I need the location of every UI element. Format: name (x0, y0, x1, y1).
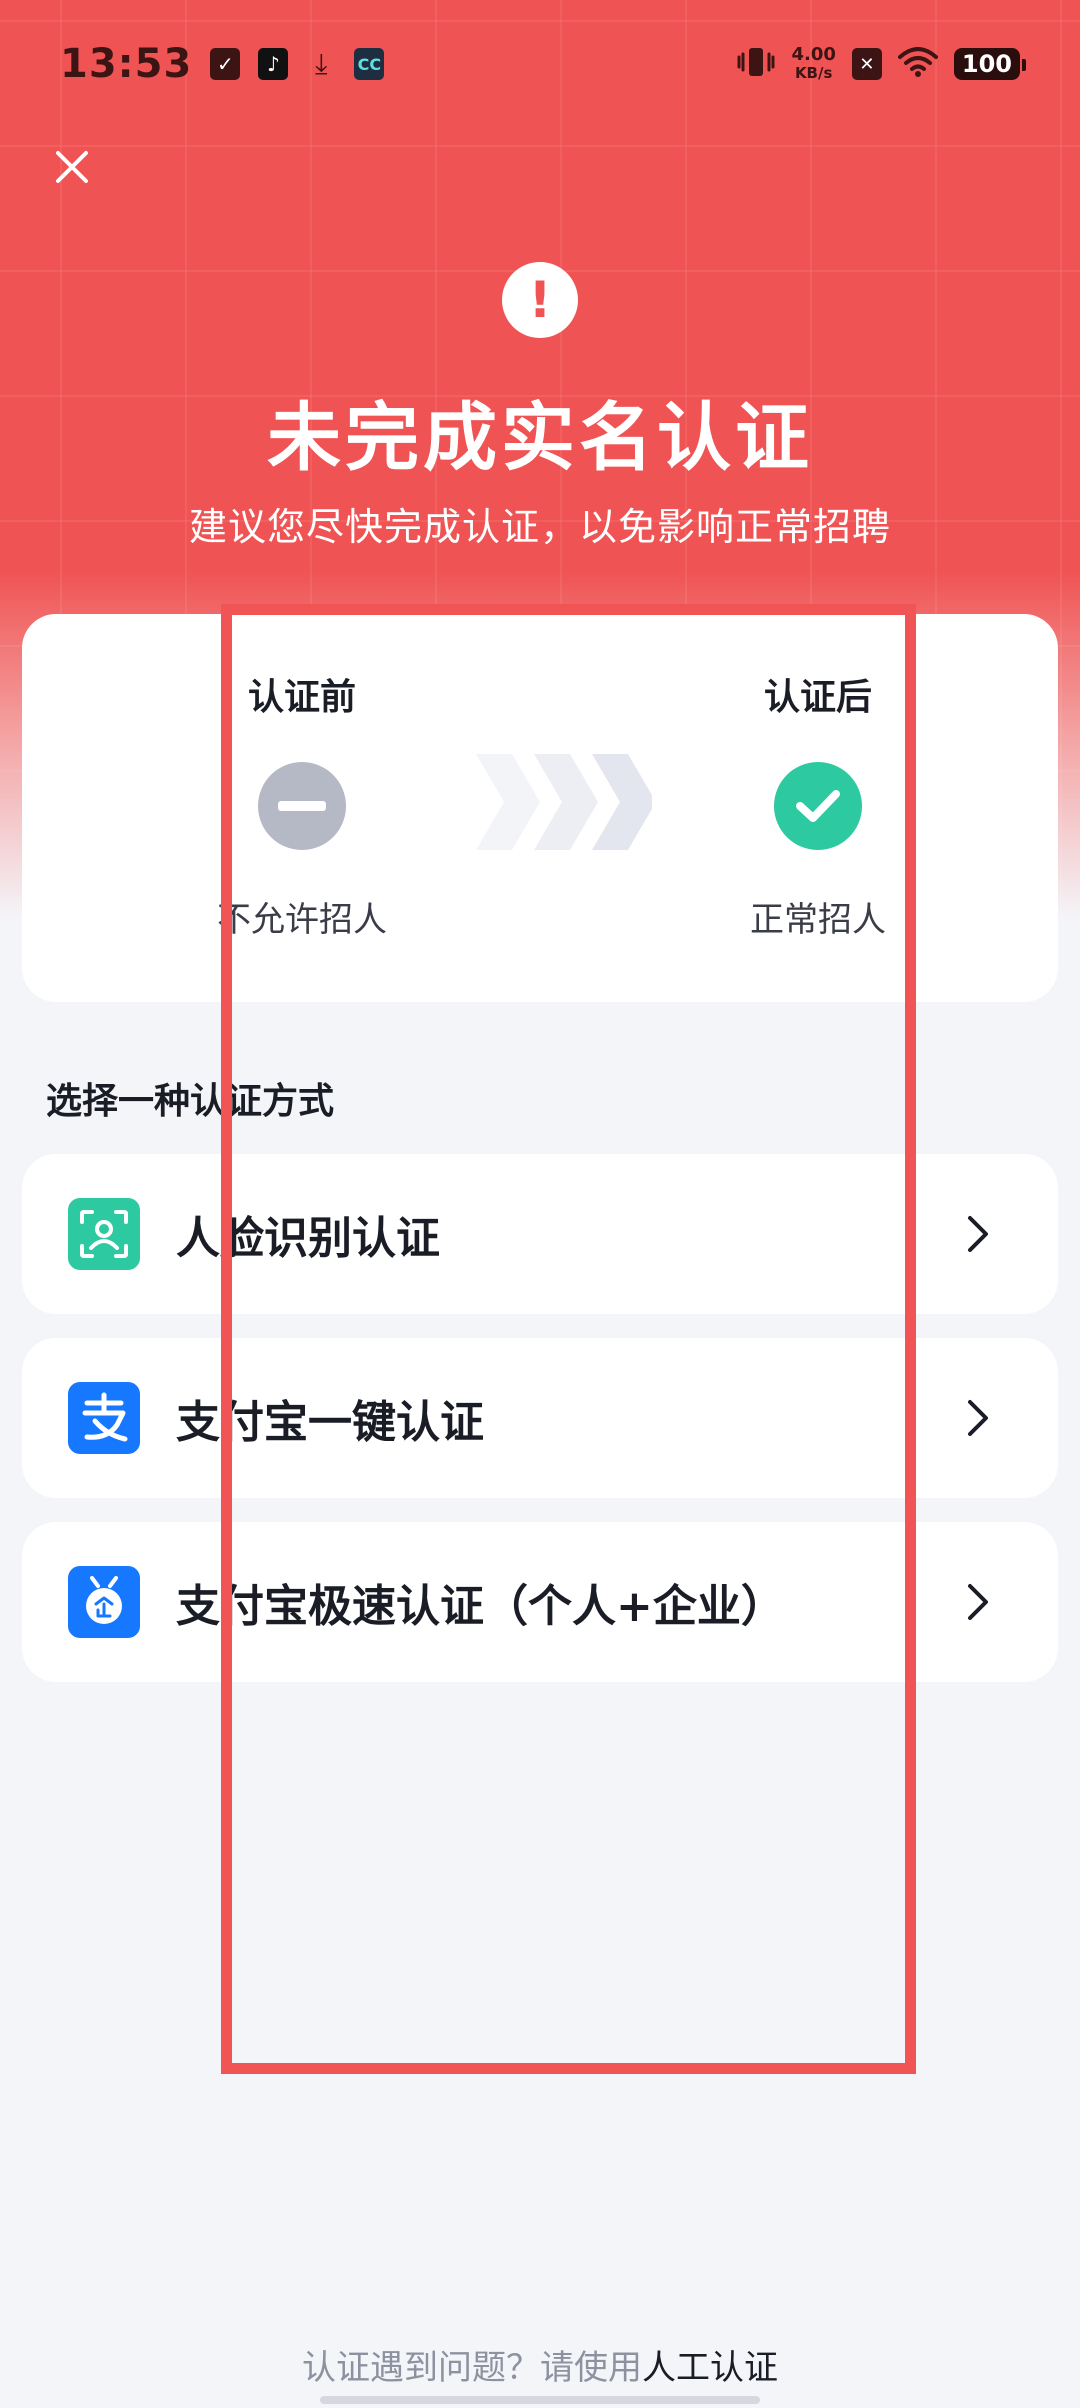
manual-verification-link[interactable]: 人工认证 (642, 2348, 778, 2388)
net-speed: 4.00 KB/s (791, 44, 836, 83)
notification-badge-icon: ✓ (210, 48, 241, 80)
close-button[interactable] (50, 145, 94, 189)
home-indicator[interactable] (320, 2396, 760, 2404)
wifi-icon (897, 47, 938, 81)
no-sim-icon: ✕ (851, 48, 882, 80)
download-icon: ⤓ (315, 47, 328, 80)
alert-icon: ! (502, 262, 578, 338)
option-alipay-verification[interactable]: 支付宝一键认证 (22, 1338, 1058, 1498)
compare-card: 认证前 不允许招人 认证后 正常招人 (22, 614, 1058, 1002)
before-label: 不允许招人 (217, 900, 387, 940)
page-subtitle: 建议您尽快完成认证，以免影响正常招聘 (188, 505, 891, 549)
after-column: 认证后 正常招人 (668, 614, 968, 941)
chevrons-arrow-icon (472, 752, 656, 852)
status-right: 4.00 KB/s ✕ 100 (737, 44, 1027, 83)
footer-prefix: 认证遇到问题？请使用 (302, 2348, 642, 2388)
battery-icon: 100 (953, 48, 1027, 80)
before-title: 认证前 (247, 677, 356, 718)
status-bar: 13:53 ✓ ♪ ⤓ CC 4.00 KB/s ✕ 100 (0, 0, 1080, 128)
face-scan-icon (68, 1198, 140, 1270)
status-left: 13:53 ✓ ♪ ⤓ CC (60, 41, 385, 87)
option-face-verification[interactable]: 人脸识别认证 (22, 1154, 1058, 1314)
alipay-icon (68, 1382, 140, 1454)
option-label: 支付宝一键认证 (176, 1397, 484, 1448)
chevron-right-icon (968, 1584, 988, 1620)
tiktok-icon: ♪ (258, 48, 289, 80)
page-title: 未完成实名认证 (267, 395, 813, 481)
section-title: 选择一种认证方式 (46, 1081, 335, 1122)
option-alipay-fast-verification[interactable]: 支付宝极速认证（个人+企业） (22, 1522, 1058, 1682)
after-title: 认证后 (763, 677, 872, 718)
status-time: 13:53 (60, 41, 193, 87)
option-label: 人脸识别认证 (176, 1213, 440, 1264)
alipay-enterprise-icon (68, 1566, 140, 1638)
vibrate-icon (737, 45, 775, 83)
option-label: 支付宝极速认证（个人+企业） (176, 1581, 785, 1632)
chevron-right-icon (968, 1216, 988, 1252)
minus-circle-icon (258, 762, 346, 850)
check-circle-icon (774, 762, 862, 850)
footer-help: 认证遇到问题？请使用人工认证 (0, 2340, 1080, 2389)
after-label: 正常招人 (750, 900, 886, 940)
net-speed-unit: KB/s (794, 64, 833, 82)
net-speed-value: 4.00 (791, 44, 836, 65)
app-icon: CC (354, 48, 385, 80)
before-column: 认证前 不允许招人 (152, 614, 452, 941)
chevron-right-icon (968, 1400, 988, 1436)
close-icon (56, 151, 88, 183)
